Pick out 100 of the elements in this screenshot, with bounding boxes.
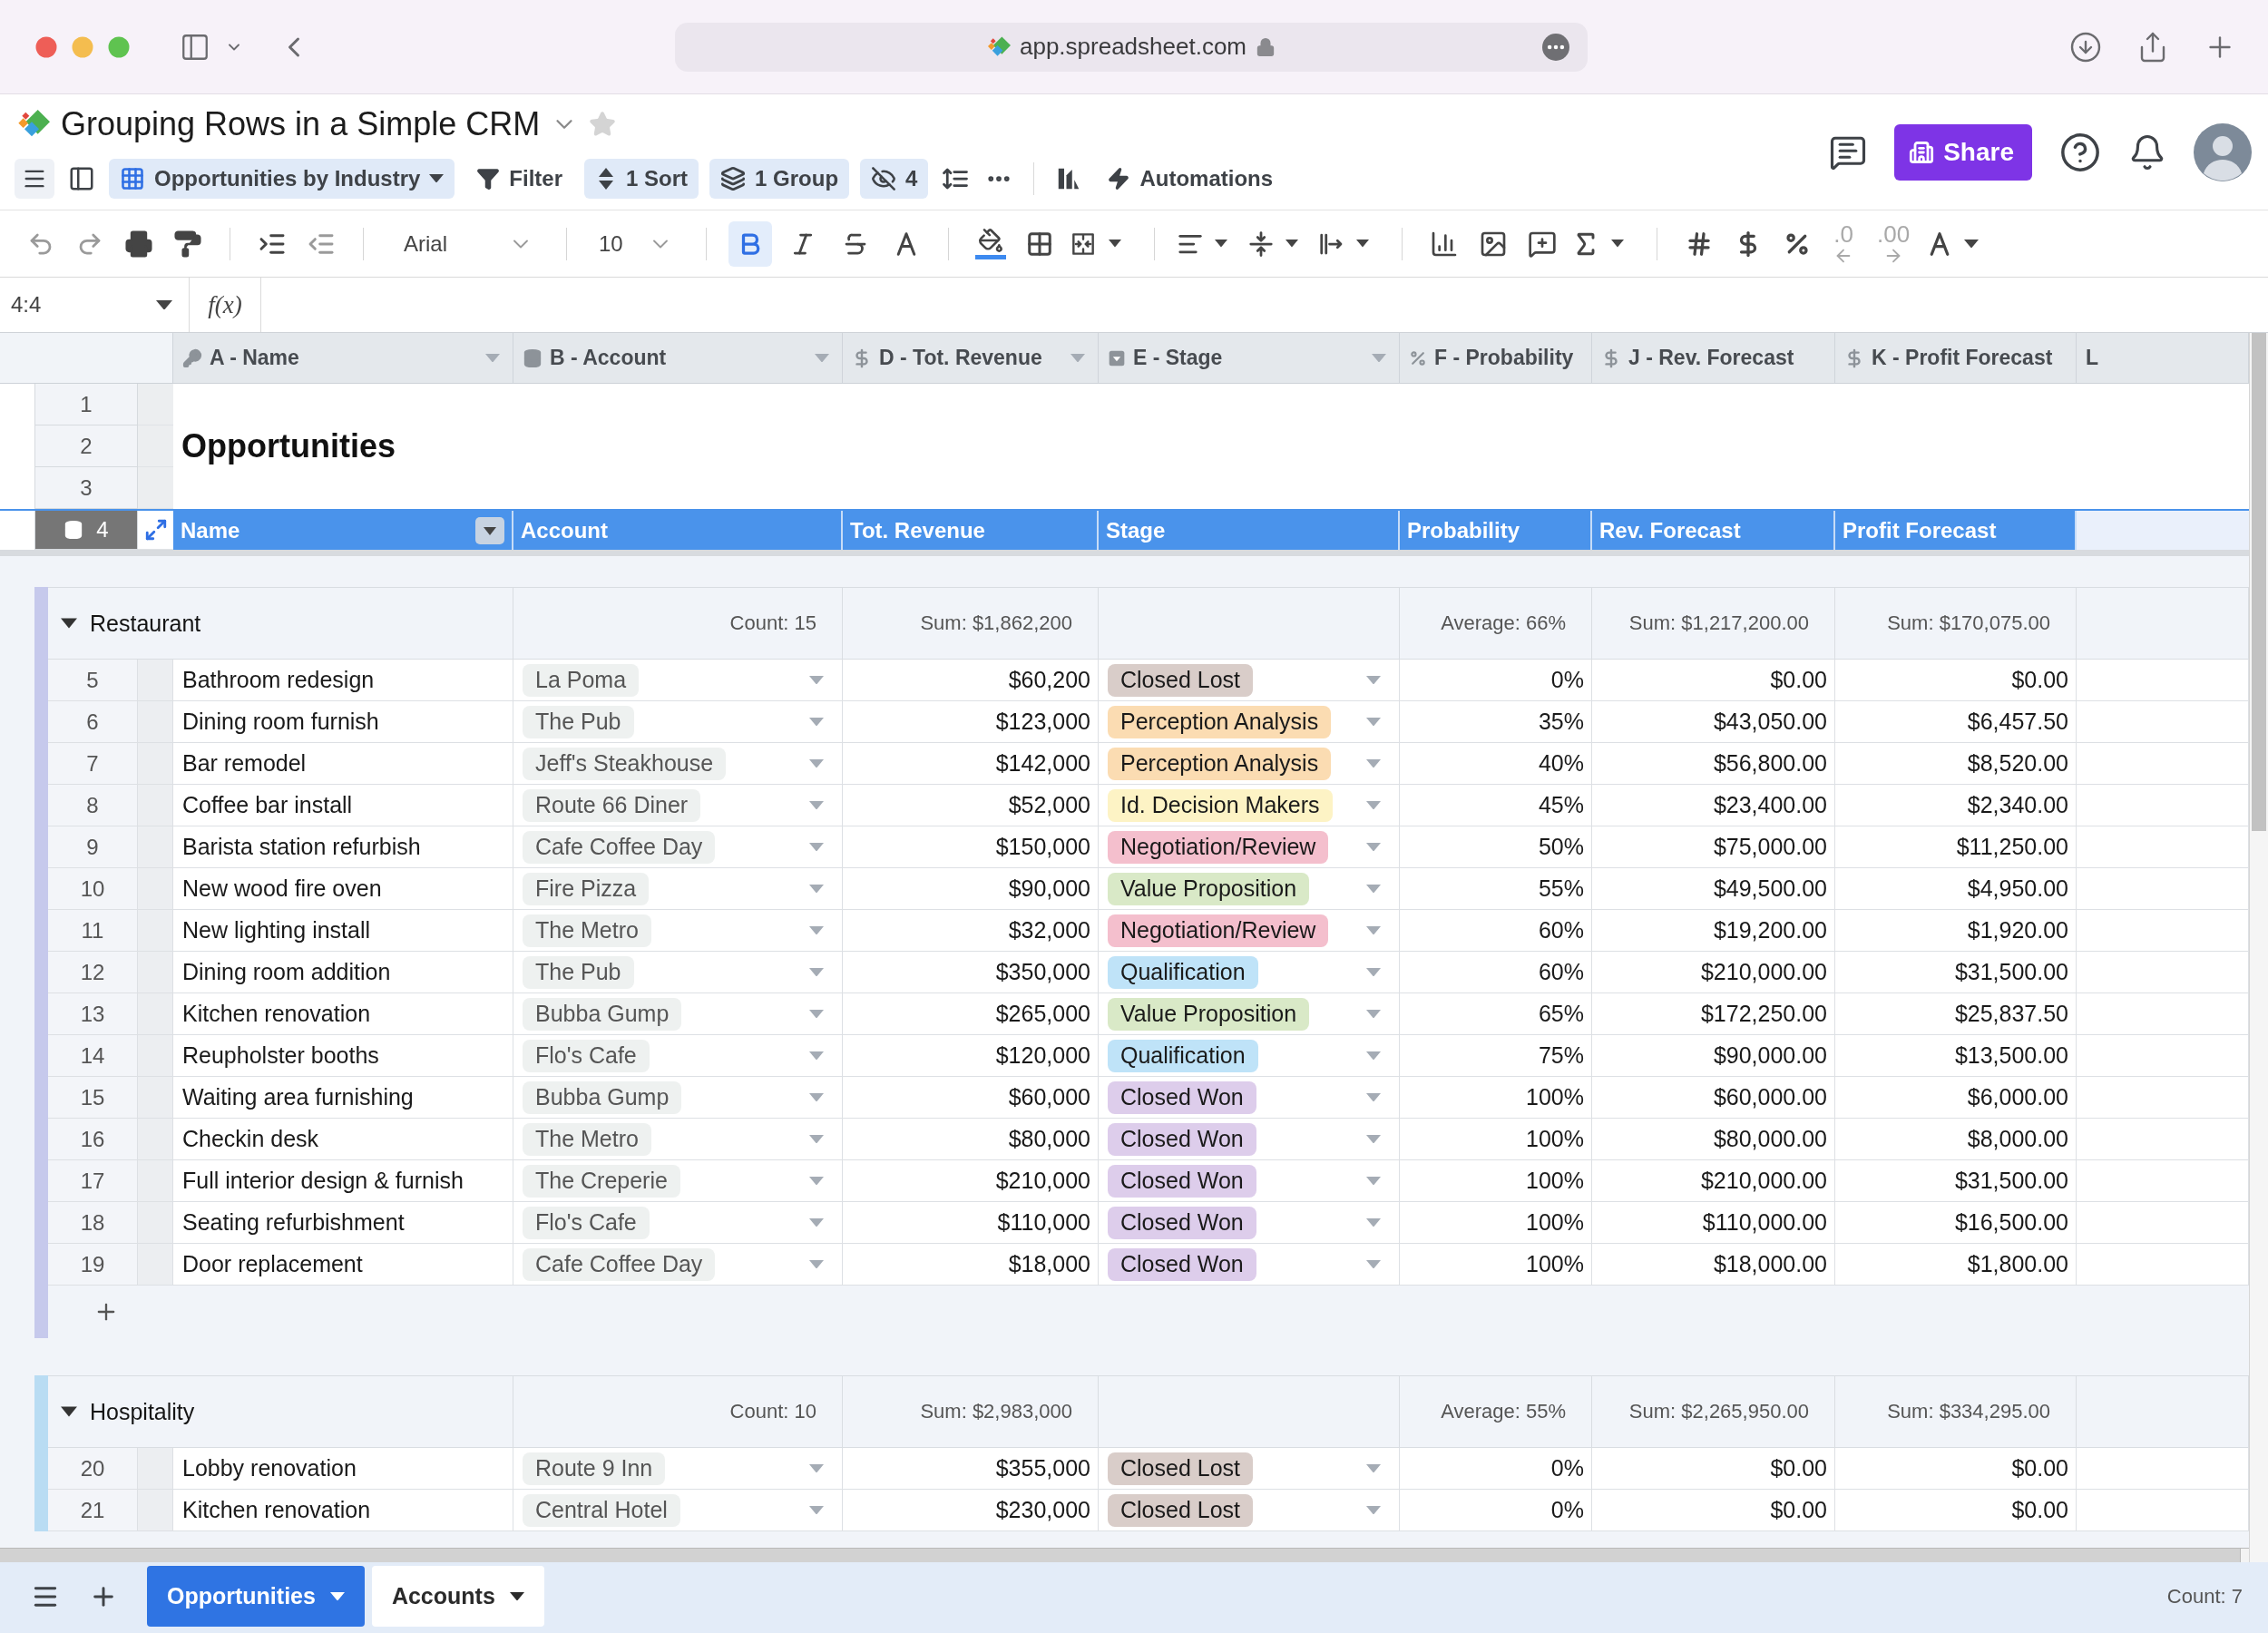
avatar[interactable] bbox=[2194, 122, 2252, 181]
account-tag[interactable]: Bubba Gump bbox=[523, 1081, 682, 1114]
vertical-align-icon[interactable] bbox=[1247, 230, 1275, 258]
corner-cell[interactable] bbox=[0, 333, 173, 383]
row-header[interactable]: 2 bbox=[34, 425, 138, 467]
dropdown-icon[interactable] bbox=[475, 516, 504, 544]
revenue-cell: $90,000 bbox=[843, 868, 1099, 910]
account-tag[interactable]: Flo's Cafe bbox=[523, 1039, 650, 1072]
caret-icon bbox=[156, 299, 172, 310]
column-header[interactable]: F - Probability bbox=[1400, 333, 1592, 383]
stage-tag[interactable]: Closed Lost bbox=[1108, 663, 1254, 697]
row-handle-cell bbox=[138, 1244, 173, 1286]
stage-tag[interactable]: Perception Analysis bbox=[1108, 705, 1332, 738]
function-label[interactable]: f(x) bbox=[190, 278, 261, 332]
address-bar[interactable]: app.spreadsheet.com bbox=[675, 22, 1588, 72]
account-tag[interactable]: The Metro bbox=[523, 1122, 651, 1156]
font-select[interactable]: Arial bbox=[386, 220, 544, 267]
stage-tag[interactable]: Id. Decision Makers bbox=[1108, 788, 1333, 822]
column-header[interactable]: A - Name bbox=[173, 333, 513, 383]
vertical-scrollbar[interactable] bbox=[2249, 333, 2268, 1562]
caret-icon bbox=[1366, 967, 1381, 977]
column-header[interactable]: D - Tot. Revenue bbox=[843, 333, 1099, 383]
caret-icon bbox=[1366, 1259, 1381, 1269]
menu-button[interactable] bbox=[15, 158, 54, 199]
stage-tag[interactable]: Closed Won bbox=[1108, 1081, 1256, 1114]
share-button[interactable]: Share bbox=[1894, 123, 2032, 181]
account-tag[interactable]: Central Hotel bbox=[523, 1493, 680, 1527]
stage-tag[interactable]: Closed Won bbox=[1108, 1122, 1256, 1156]
account-tag[interactable]: Route 9 Inn bbox=[523, 1452, 666, 1485]
stage-tag[interactable]: Closed Won bbox=[1108, 1164, 1256, 1198]
toolbar-button[interactable]: 4 bbox=[860, 158, 929, 199]
borders-icon[interactable] bbox=[1026, 230, 1053, 258]
download-icon[interactable] bbox=[2069, 30, 2102, 64]
probability-cell: 0% bbox=[1400, 1448, 1592, 1490]
cell-reference-select[interactable]: 4:4 bbox=[0, 278, 190, 332]
account-tag[interactable]: Cafe Coffee Day bbox=[523, 1247, 716, 1281]
row-header[interactable]: 4 bbox=[34, 511, 138, 550]
stage-tag[interactable]: Closed Won bbox=[1108, 1206, 1256, 1239]
row-header[interactable]: 1 bbox=[34, 384, 138, 425]
stage-tag[interactable]: Value Proposition bbox=[1108, 997, 1310, 1031]
stage-tag[interactable]: Negotiation/Review bbox=[1108, 914, 1329, 947]
account-tag[interactable]: Route 66 Diner bbox=[523, 788, 701, 822]
header-cell: Tot. Revenue bbox=[843, 511, 1099, 550]
account-tag[interactable]: Fire Pizza bbox=[523, 872, 650, 905]
stage-tag[interactable]: Qualification bbox=[1108, 1039, 1258, 1072]
row-header[interactable]: 3 bbox=[34, 467, 138, 509]
caret-icon bbox=[809, 1134, 824, 1144]
fill-color-icon[interactable] bbox=[975, 228, 1006, 259]
paint-format-icon[interactable] bbox=[173, 229, 202, 259]
text-style-button[interactable] bbox=[728, 220, 772, 267]
column-header[interactable]: B - Account bbox=[513, 333, 843, 383]
row-number: 4 bbox=[96, 517, 109, 543]
account-tag[interactable]: Cafe Coffee Day bbox=[523, 830, 716, 864]
stage-tag[interactable]: Closed Lost bbox=[1108, 1452, 1254, 1485]
scrollbar-thumb[interactable] bbox=[2252, 333, 2266, 831]
print-icon[interactable] bbox=[124, 229, 153, 259]
header-label: Name bbox=[181, 517, 240, 543]
automations-button[interactable]: Automations bbox=[1096, 158, 1285, 199]
column-header[interactable]: L bbox=[2077, 333, 2249, 383]
expand-icon[interactable] bbox=[143, 518, 168, 542]
stage-tag[interactable]: Qualification bbox=[1108, 955, 1258, 989]
account-tag[interactable]: La Poma bbox=[523, 663, 640, 697]
stage-tag[interactable]: Negotiation/Review bbox=[1108, 830, 1329, 864]
help-icon[interactable] bbox=[2059, 131, 2101, 173]
account-tag[interactable]: The Pub bbox=[523, 955, 634, 989]
caret-icon bbox=[1366, 1505, 1381, 1515]
stage-tag[interactable]: Closed Lost bbox=[1108, 1493, 1254, 1527]
row-number: 5 bbox=[48, 660, 138, 701]
sheet-tab[interactable]: Accounts bbox=[371, 1566, 544, 1627]
row-handle-cell bbox=[138, 701, 173, 743]
site-logo-icon bbox=[986, 34, 1011, 59]
stage-tag[interactable]: Value Proposition bbox=[1108, 872, 1310, 905]
column-header[interactable]: J - Rev. Forecast bbox=[1592, 333, 1835, 383]
account-tag[interactable]: Jeff's Steakhouse bbox=[523, 747, 727, 780]
stage-tag[interactable]: Closed Won bbox=[1108, 1247, 1256, 1281]
stage-tag[interactable]: Perception Analysis bbox=[1108, 747, 1332, 780]
toolbar-button[interactable]: Filter bbox=[465, 158, 574, 199]
account-tag[interactable]: Bubba Gump bbox=[523, 997, 682, 1031]
toolbar-button[interactable]: 1 Group bbox=[709, 158, 850, 199]
more-icon[interactable] bbox=[1542, 33, 1569, 61]
column-header[interactable]: E - Stage bbox=[1099, 333, 1400, 383]
close-window-icon[interactable] bbox=[35, 35, 57, 58]
star-icon[interactable] bbox=[589, 111, 617, 138]
layers-icon bbox=[720, 165, 747, 191]
column-header[interactable]: K - Profit Forecast bbox=[1835, 333, 2077, 383]
hash-icon[interactable] bbox=[1686, 230, 1713, 258]
account-tag[interactable]: The Pub bbox=[523, 705, 634, 738]
header-cell: Rev. Forecast bbox=[1592, 511, 1835, 550]
account-tag[interactable]: The Metro bbox=[523, 914, 651, 947]
toolbar-button[interactable]: 1 Sort bbox=[584, 158, 699, 199]
name-cell: Bar remodel bbox=[173, 743, 513, 785]
row-number: 14 bbox=[48, 1035, 138, 1077]
account-tag[interactable]: The Creperie bbox=[523, 1164, 680, 1198]
group-name: Restaurant bbox=[90, 610, 201, 637]
sheet-tab[interactable]: Opportunities bbox=[147, 1566, 365, 1627]
row-handle-cell bbox=[138, 785, 173, 826]
row-number: 10 bbox=[48, 868, 138, 910]
view-selector-button[interactable]: Opportunities by Industry bbox=[109, 158, 455, 199]
font-size-select[interactable]: 10 bbox=[589, 220, 684, 267]
account-tag[interactable]: Flo's Cafe bbox=[523, 1206, 650, 1239]
